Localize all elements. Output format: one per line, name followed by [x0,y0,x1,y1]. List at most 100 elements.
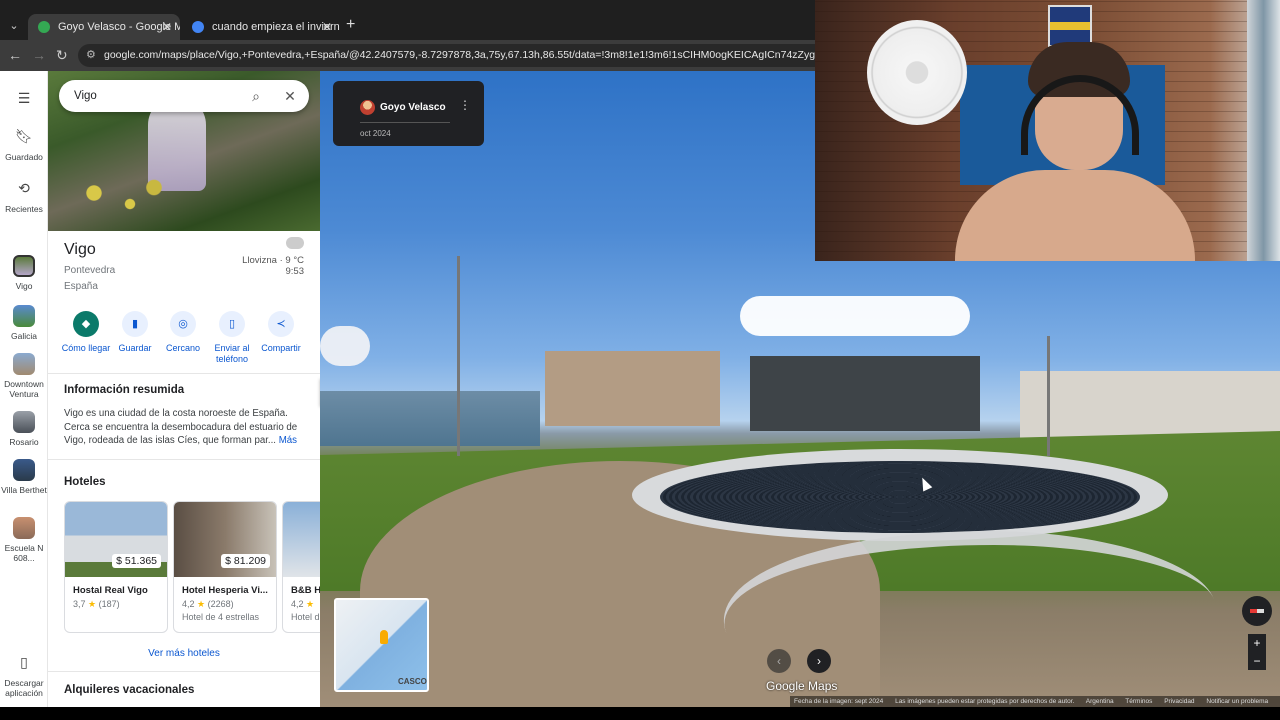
hotel-rating: 4,2 ★ (2268) [182,599,234,610]
villa-berthet-thumbnail [13,459,35,481]
rail-item-recent[interactable]: ⟲ Recientes [0,177,48,214]
action-label: Cómo llegar [61,343,111,353]
divider [360,122,450,123]
review-count: (187) [98,599,120,609]
drizzle-icon [286,237,304,249]
new-tab-icon[interactable]: + [346,17,355,33]
summary-more-link[interactable]: Más [279,435,297,446]
divider [48,459,320,460]
directions-button[interactable]: ◆ Cómo llegar [59,311,113,354]
author-name[interactable]: Goyo Velasco [380,102,446,113]
zoom-out-button[interactable]: − [1248,652,1266,670]
building [545,351,720,426]
tab-google-maps[interactable]: Goyo Velasco - Google Maps ✕ [28,14,180,40]
weather-condition: Llovizna · 9 °C [242,255,304,266]
tab-google-search[interactable]: cuando empieza el invierno en ✕ [182,14,340,40]
share-button[interactable]: ≺ Compartir [254,311,308,354]
rating-value: 4,2 [291,599,304,609]
hotel-price: $ 51.365 [112,554,161,568]
site-info-icon[interactable]: ⚙ [86,44,96,67]
search-input[interactable] [74,80,234,112]
hotel-name: Hostal Real Vigo [73,585,148,596]
hotel-card[interactable]: $ 81.209 Hotel Hesperia Vi... 4,2 ★ (226… [173,501,277,633]
bookmark-icon: ▮ [122,311,148,337]
zoom-in-button[interactable]: + [1248,634,1266,652]
send-to-phone-button[interactable]: ▯ Enviar al teléfono [205,311,259,365]
report-problem-link[interactable]: Notificar un problema [1206,698,1268,705]
browser-tab-bar: ⌄ Goyo Velasco - Google Maps ✕ cuando em… [0,0,815,40]
mini-map[interactable]: CASCO [334,598,429,692]
close-tab-icon[interactable]: ✕ [162,14,172,40]
rail-item-label: Descargar aplicación [4,678,44,698]
address-bar: ← → ↻ ⚙ google.com/maps/place/Vigo,+Pont… [0,40,815,71]
place-panel: ⌕ ✕ Vigo Pontevedra España Llovizna · 9 … [48,71,320,707]
rosario-thumbnail [13,411,35,433]
tab-title: cuando empieza el invierno en [212,21,340,33]
tab-search-icon[interactable]: ⌄ [6,18,22,34]
avatar[interactable] [360,100,375,115]
save-button[interactable]: ▮ Guardar [108,311,162,354]
hotel-card[interactable]: B&B H 4,2 ★ Hotel d [282,501,320,633]
country-link[interactable]: Argentina [1086,698,1114,705]
star-icon: ★ [88,599,97,609]
action-label: Cercano [165,343,201,353]
weather-time: 9:53 [285,266,305,277]
rail-item-label: Escuela N 608... [4,543,44,563]
screen: ⌄ Goyo Velasco - Google Maps ✕ cuando em… [0,0,1280,720]
rail-item-escuela[interactable]: Escuela N 608... [0,517,48,563]
minimap-label: CASCO [398,677,427,686]
rail-item-vigo[interactable]: Vigo [0,255,48,291]
hotel-photo [283,502,320,577]
rail-item-label: Vigo [15,281,33,291]
streamer [945,42,1195,261]
more-options-icon[interactable]: ⋮ [459,99,471,111]
hotel-card[interactable]: $ 51.365 Hostal Real Vigo 3,7 ★ (187) [64,501,168,633]
hotel-name: Hotel Hesperia Vi... [182,585,268,596]
rail-item-villa-berthet[interactable]: Villa Berthet [0,459,48,495]
rail-item-download-app[interactable]: ▯ Descargar aplicación [0,651,48,698]
sky-cloud [740,296,970,336]
history-icon: ⟲ [18,180,30,196]
hotel-rating: 4,2 ★ [291,599,314,610]
vigo-thumbnail [13,255,35,277]
search-box: ⌕ ✕ [59,80,309,112]
action-label: Compartir [261,343,301,353]
next-arrow-button[interactable]: › [807,649,831,673]
search-icon[interactable]: ⌕ [247,87,265,105]
place-actions: ◆ Cómo llegar ▮ Guardar ◎ Cercano ▯ Envi… [48,311,320,371]
street-lamp [457,256,460,456]
rail-menu-button[interactable]: ☰ [0,87,48,114]
flowers-photo-detail [58,171,178,226]
send-to-phone-icon: ▯ [219,311,245,337]
hotels-carousel: $ 51.365 Hostal Real Vigo 3,7 ★ (187) $ … [64,501,320,633]
rail-item-label: Recientes [5,204,43,214]
close-icon[interactable]: ✕ [281,87,299,105]
close-tab-icon[interactable]: ✕ [322,14,332,40]
rail-item-rosario[interactable]: Rosario [0,411,48,447]
terms-link[interactable]: Términos [1125,698,1152,705]
place-country: España [64,281,98,292]
directions-icon: ◆ [73,311,99,337]
photo-author-card: Goyo Velasco ⋮ oct 2024 [333,81,484,146]
webcam-overlay [815,0,1280,261]
summary-text: Vigo es una ciudad de la costa noroeste … [64,407,306,448]
back-icon[interactable]: ← [8,47,22,63]
rail-item-label: Guardado [5,152,43,162]
nearby-button[interactable]: ◎ Cercano [156,311,210,354]
rail-item-saved[interactable]: 🔖︎ Guardado [0,125,48,162]
previous-arrow-button[interactable]: ‹ [767,649,791,673]
reload-icon[interactable]: ↻ [56,47,68,63]
more-hotels-link[interactable]: Ver más hoteles [48,648,320,659]
privacy-link[interactable]: Privacidad [1164,698,1194,705]
url-field[interactable]: ⚙ google.com/maps/place/Vigo,+Pontevedra… [78,44,815,67]
curtain [1247,0,1280,261]
rail-item-downtown-ventura[interactable]: Downtown Ventura [0,353,48,399]
rail-item-galicia[interactable]: Galicia [0,305,48,341]
compass-button[interactable] [1242,596,1272,626]
google-favicon-icon [192,21,204,33]
forward-icon[interactable]: → [32,47,46,63]
escuela-thumbnail [13,517,35,539]
star-icon: ★ [197,599,206,609]
maps-left-rail: ☰ 🔖︎ Guardado ⟲ Recientes Vigo Galicia D… [0,71,48,707]
club-crest [1048,5,1092,47]
